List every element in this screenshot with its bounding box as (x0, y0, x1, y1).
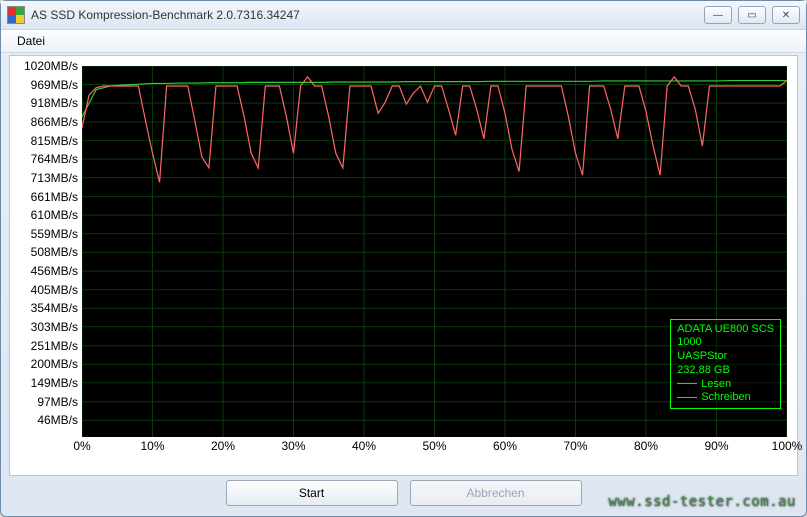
chart: 46MB/s 97MB/s 149MB/s 200MB/s 251MB/s 303MB/s… (16, 60, 791, 455)
menubar: Datei (1, 30, 806, 53)
titlebar: AS SSD Kompression-Benchmark 2.0.7316.34… (1, 1, 806, 30)
y-tick-label: 303MB/s (31, 320, 78, 334)
start-button[interactable]: Start (226, 480, 398, 506)
y-tick-label: 1020MB/s (24, 59, 78, 73)
y-tick-label: 354MB/s (31, 301, 78, 315)
legend-device: ADATA UE800 SCS (677, 323, 774, 337)
minimize-button[interactable]: — (704, 6, 732, 24)
x-axis: 0%10%20%30%40%50%60%70%80%90%100% (82, 439, 787, 455)
y-tick-label: 866MB/s (31, 115, 78, 129)
x-tick-label: 80% (634, 439, 658, 453)
legend-read: Lesen (677, 378, 774, 392)
x-tick-label: 100% (772, 439, 803, 453)
y-tick-label: 97MB/s (37, 395, 78, 409)
y-tick-label: 918MB/s (31, 96, 78, 110)
close-button[interactable]: ✕ (772, 6, 800, 24)
legend-box: ADATA UE800 SCS 1000 UASPStor 232,88 GB … (670, 319, 781, 410)
content-panel: 46MB/s 97MB/s 149MB/s 200MB/s 251MB/s 303MB/s… (9, 55, 798, 476)
y-tick-label: 559MB/s (31, 227, 78, 241)
y-tick-label: 713MB/s (31, 171, 78, 185)
maximize-button[interactable]: ▭ (738, 6, 766, 24)
y-tick-label: 456MB/s (31, 264, 78, 278)
plot-area: ADATA UE800 SCS 1000 UASPStor 232,88 GB … (82, 66, 787, 437)
legend-write: Schreiben (677, 391, 774, 405)
y-tick-label: 969MB/s (31, 78, 78, 92)
watermark: www.ssd-tester.com.au (608, 494, 796, 510)
x-tick-label: 60% (493, 439, 517, 453)
y-tick-label: 405MB/s (31, 283, 78, 297)
y-tick-label: 200MB/s (31, 357, 78, 371)
menu-file[interactable]: Datei (9, 32, 53, 50)
y-tick-label: 610MB/s (31, 208, 78, 222)
x-tick-label: 10% (140, 439, 164, 453)
y-tick-label: 764MB/s (31, 152, 78, 166)
abort-button: Abbrechen (410, 480, 582, 506)
legend-capacity: 232,88 GB (677, 364, 774, 378)
x-tick-label: 50% (422, 439, 446, 453)
x-tick-label: 40% (352, 439, 376, 453)
x-tick-label: 70% (563, 439, 587, 453)
x-tick-label: 0% (73, 439, 90, 453)
y-tick-label: 661MB/s (31, 190, 78, 204)
window-controls: — ▭ ✕ (704, 6, 800, 24)
y-axis: 46MB/s 97MB/s 149MB/s 200MB/s 251MB/s 303MB/s… (16, 60, 80, 455)
legend-firmware: 1000 (677, 336, 774, 350)
x-tick-label: 90% (704, 439, 728, 453)
window-title: AS SSD Kompression-Benchmark 2.0.7316.34… (31, 8, 704, 22)
y-tick-label: 149MB/s (31, 376, 78, 390)
app-window: AS SSD Kompression-Benchmark 2.0.7316.34… (0, 0, 807, 517)
y-tick-label: 815MB/s (31, 134, 78, 148)
y-tick-label: 251MB/s (31, 339, 78, 353)
x-tick-label: 30% (281, 439, 305, 453)
x-tick-label: 20% (211, 439, 235, 453)
app-icon (7, 6, 25, 24)
y-tick-label: 46MB/s (37, 413, 78, 427)
legend-driver: UASPStor (677, 350, 774, 364)
y-tick-label: 508MB/s (31, 245, 78, 259)
